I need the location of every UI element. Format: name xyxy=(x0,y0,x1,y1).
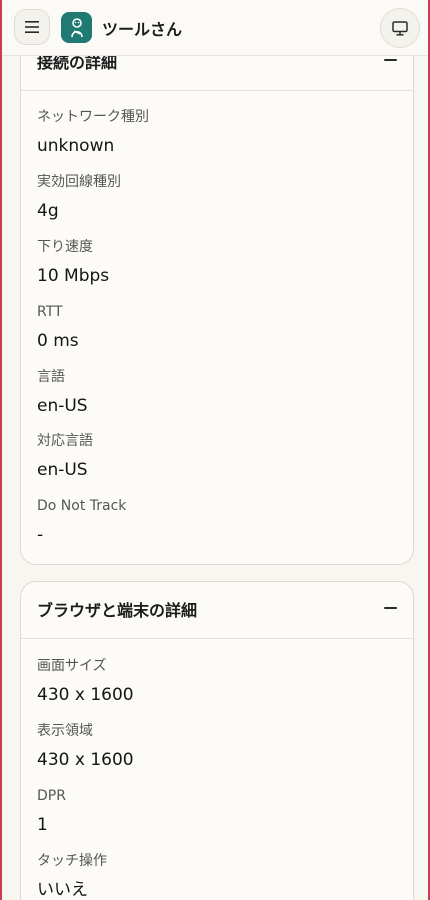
browser-card-title: ブラウザと端末の詳細 xyxy=(37,601,198,620)
field-value: 430 x 1600 xyxy=(37,750,134,770)
field-screen-size: 画面サイズ 430 x 1600 xyxy=(37,657,134,706)
field-do-not-track: Do Not Track - xyxy=(37,497,126,546)
field-label: 言語 xyxy=(37,369,65,385)
field-label: 表示領域 xyxy=(37,723,93,739)
field-label: 画面サイズ xyxy=(37,658,107,674)
field-languages: 対応言語 en-US xyxy=(37,432,93,481)
field-value: unknown xyxy=(37,136,115,156)
browser-device-card: ブラウザと端末の詳細 画面サイズ 430 x 1600 表示領域 430 x 1… xyxy=(20,581,414,900)
field-dpr: DPR 1 xyxy=(37,787,66,836)
field-label: DPR xyxy=(37,788,66,804)
field-value: 430 x 1600 xyxy=(37,685,134,705)
monitor-icon xyxy=(392,20,408,36)
connection-details-card: 接続の詳細 ネットワーク種別 unknown 実効回線種別 4g 下り速度 10… xyxy=(20,20,414,565)
app-header: ツールさん xyxy=(2,0,428,56)
field-value: 1 xyxy=(37,815,48,835)
field-downlink: 下り速度 10 Mbps xyxy=(37,238,109,287)
field-label: ネットワーク種別 xyxy=(37,109,149,125)
minus-icon xyxy=(383,59,397,61)
field-value: いいえ xyxy=(37,880,88,900)
field-viewport: 表示領域 430 x 1600 xyxy=(37,722,134,771)
field-rtt: RTT 0 ms xyxy=(37,303,79,352)
browser-collapse-button[interactable] xyxy=(383,601,397,615)
field-label: Do Not Track xyxy=(37,498,127,514)
field-label: 下り速度 xyxy=(37,239,93,255)
field-touch: タッチ操作 いいえ xyxy=(37,852,107,900)
hamburger-menu-icon xyxy=(25,21,39,33)
field-label: タッチ操作 xyxy=(37,853,107,869)
field-value: 10 Mbps xyxy=(37,266,110,286)
field-value: 0 ms xyxy=(37,331,79,351)
display-button[interactable] xyxy=(380,8,420,48)
field-value: en-US xyxy=(37,460,88,480)
field-value: - xyxy=(37,525,44,545)
field-language: 言語 en-US xyxy=(37,368,88,417)
field-effective-type: 実効回線種別 4g xyxy=(37,173,121,222)
field-label: 対応言語 xyxy=(37,433,93,449)
browser-card-header[interactable]: ブラウザと端末の詳細 xyxy=(21,582,413,639)
field-value: 4g xyxy=(37,201,59,221)
field-label: RTT xyxy=(37,304,63,320)
menu-button[interactable] xyxy=(14,9,50,45)
app-title[interactable]: ツールさん xyxy=(102,16,182,40)
app-logo-icon[interactable] xyxy=(61,12,92,43)
field-value: en-US xyxy=(37,396,88,416)
minus-icon xyxy=(383,607,397,609)
viewport-frame: ツールさん 接続の詳細 ネットワーク種別 unknown 実効回線種別 4g 下… xyxy=(0,0,430,900)
field-label: 実効回線種別 xyxy=(37,174,121,190)
field-network-type: ネットワーク種別 unknown xyxy=(37,108,149,157)
